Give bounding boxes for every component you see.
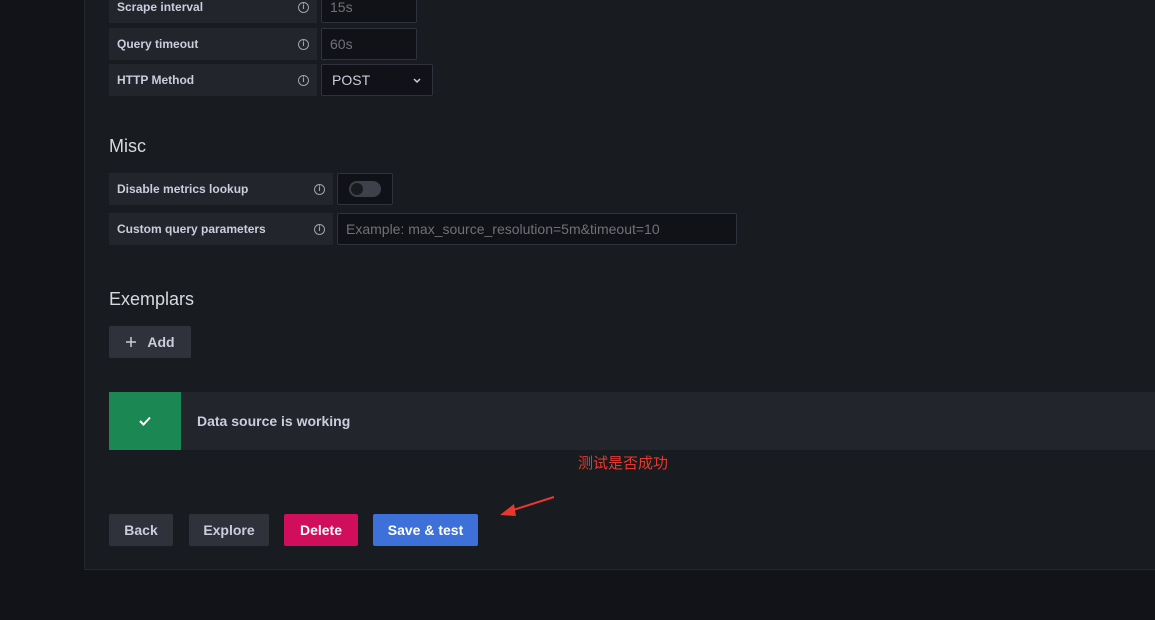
disable-metrics-lookup-label: Disable metrics lookup i: [109, 173, 333, 205]
info-icon[interactable]: i: [314, 183, 325, 195]
annotation-text: 测试是否成功: [578, 455, 669, 472]
scrape-interval-row: Scrape interval i 15s: [109, 0, 417, 23]
disable-metrics-lookup-toggle[interactable]: [349, 181, 381, 197]
custom-query-parameters-row: Custom query parameters i Example: max_s…: [109, 213, 737, 245]
exemplars-section-title: Exemplars: [109, 289, 195, 309]
custom-query-parameters-input[interactable]: Example: max_source_resolution=5m&timeou…: [337, 213, 737, 245]
misc-section-title: Misc: [109, 136, 146, 156]
custom-query-parameters-label-text: Custom query parameters: [117, 222, 266, 236]
query-timeout-input[interactable]: 60s: [321, 28, 417, 60]
custom-query-parameters-placeholder: Example: max_source_resolution=5m&timeou…: [346, 221, 660, 237]
http-method-label-text: HTTP Method: [117, 73, 195, 87]
alert-icon-box: [109, 392, 181, 450]
alert-message: Data source is working: [197, 413, 351, 429]
add-exemplar-label: Add: [147, 334, 175, 350]
save-and-test-label: Save & test: [387, 522, 464, 538]
info-icon[interactable]: i: [298, 1, 309, 13]
explore-button-label: Explore: [203, 522, 255, 538]
query-timeout-row: Query timeout i 60s: [109, 28, 417, 60]
add-exemplar-button[interactable]: Add: [109, 326, 191, 358]
save-and-test-button[interactable]: Save & test: [373, 514, 478, 546]
query-timeout-label-text: Query timeout: [117, 37, 199, 51]
query-timeout-label: Query timeout i: [109, 28, 317, 60]
http-method-select[interactable]: POST: [321, 64, 433, 96]
scrape-interval-input[interactable]: 15s: [321, 0, 417, 23]
scrape-interval-label-text: Scrape interval: [117, 0, 204, 14]
info-icon[interactable]: i: [298, 38, 309, 50]
back-button-label: Back: [124, 522, 158, 538]
back-button[interactable]: Back: [109, 514, 173, 546]
info-icon[interactable]: i: [298, 74, 309, 86]
chevron-down-icon: [413, 78, 421, 84]
disable-metrics-lookup-toggle-wrap: [337, 173, 393, 205]
scrape-interval-placeholder: 15s: [330, 0, 353, 15]
query-timeout-placeholder: 60s: [330, 36, 353, 52]
delete-button-label: Delete: [299, 522, 343, 538]
datasource-status-alert: Data source is working: [109, 392, 1155, 450]
toggle-knob: [351, 183, 363, 195]
delete-button[interactable]: Delete: [284, 514, 358, 546]
explore-button[interactable]: Explore: [189, 514, 269, 546]
check-icon: [139, 416, 151, 426]
http-method-value: POST: [332, 72, 371, 88]
arrow-annotation-icon: [500, 496, 555, 516]
http-method-label: HTTP Method i: [109, 64, 317, 96]
scrape-interval-label: Scrape interval i: [109, 0, 317, 23]
custom-query-parameters-label: Custom query parameters i: [109, 213, 333, 245]
disable-metrics-lookup-label-text: Disable metrics lookup: [117, 182, 249, 196]
plus-icon: [126, 337, 137, 347]
http-method-row: HTTP Method i POST: [109, 64, 433, 96]
disable-metrics-lookup-row: Disable metrics lookup i: [109, 173, 393, 205]
datasource-settings-panel: Scrape interval i 15s Query timeout i 60…: [84, 0, 1155, 570]
info-icon[interactable]: i: [314, 223, 325, 235]
